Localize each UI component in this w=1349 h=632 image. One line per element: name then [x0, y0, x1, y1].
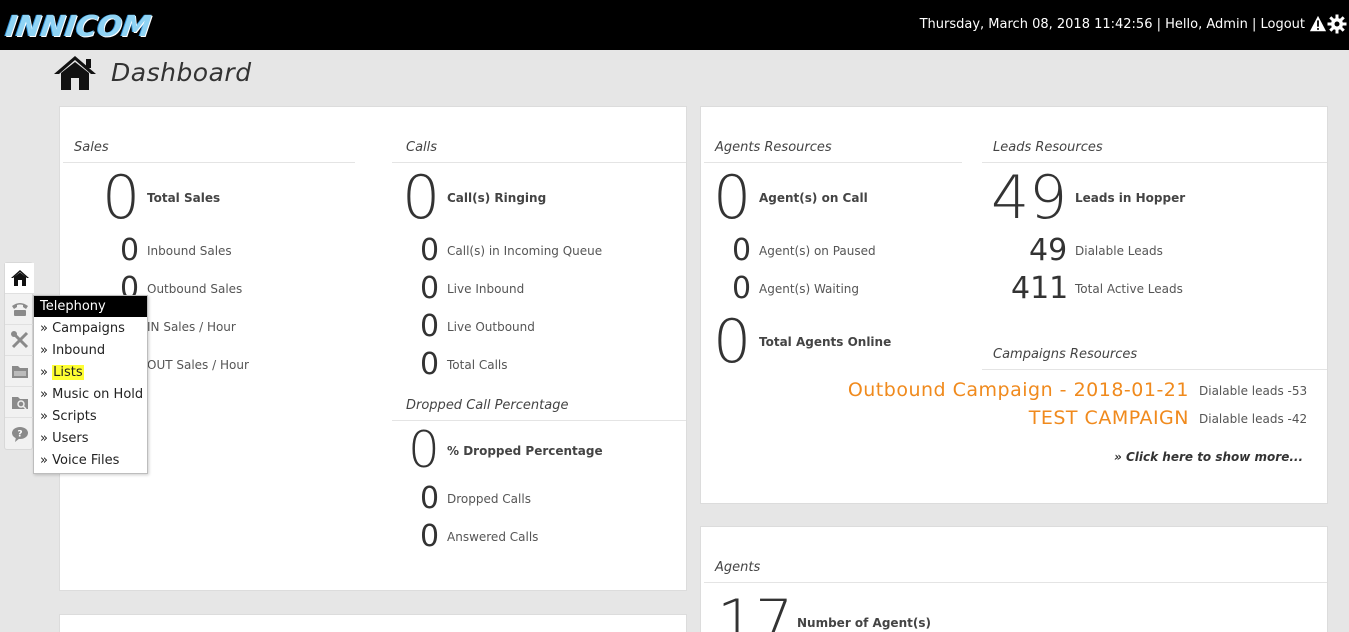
logout-link[interactable]: Logout [1260, 17, 1305, 32]
separator: | [1251, 17, 1257, 32]
dialable-leads-value: 49 [1029, 233, 1068, 268]
dropped-pct-value: 0 [408, 421, 440, 479]
divider [704, 582, 1327, 583]
calls-ringing-value: 0 [402, 163, 441, 233]
sidebar-item-home[interactable] [5, 263, 34, 294]
campaign-dialable-leads: Dialable leads -42 [1199, 412, 1308, 426]
home-icon [54, 56, 96, 90]
brand-logo[interactable]: INNICOM [4, 9, 154, 43]
sidebar-item-folder[interactable] [5, 356, 34, 387]
sidebar-item-help[interactable]: ? [5, 418, 34, 449]
gear-icon[interactable] [1327, 14, 1347, 34]
leads-resources-title: Leads Resources [993, 140, 1103, 155]
telephony-menu: Telephony » Campaigns » Inbound » Lists … [33, 295, 148, 474]
agents-paused-value: 0 [732, 233, 752, 268]
active-leads-label: Total Active Leads [1075, 282, 1183, 296]
tools-icon [10, 331, 28, 349]
folder-icon [11, 366, 28, 378]
total-calls-value: 0 [420, 347, 440, 382]
top-bar: INNICOM Thursday, March 08, 2018 11:42:5… [0, 0, 1349, 50]
leads-hopper-label: Leads in Hopper [1075, 191, 1186, 205]
menu-item-users[interactable]: » Users [34, 427, 147, 449]
separator: | [1156, 17, 1162, 32]
total-sales-value: 0 [102, 163, 141, 233]
agents-on-call-value: 0 [713, 163, 752, 233]
live-inbound-value: 0 [420, 271, 440, 306]
active-leads-value: 411 [1011, 271, 1069, 306]
greeting: Hello, Admin [1165, 17, 1248, 32]
campaign-link[interactable]: Outbound Campaign - 2018-01-21 [848, 379, 1189, 401]
calls-queue-label: Call(s) in Incoming Queue [447, 244, 603, 258]
sidebar-item-search[interactable] [5, 387, 34, 418]
menu-item-campaigns[interactable]: » Campaigns [34, 317, 147, 339]
agents-waiting-value: 0 [732, 271, 752, 306]
dialable-leads-label: Dialable Leads [1075, 244, 1163, 258]
menu-item-inbound[interactable]: » Inbound [34, 339, 147, 361]
agents-count-label: Number of Agent(s) [797, 616, 931, 630]
answered-calls-value: 0 [420, 519, 440, 554]
sidebar-item-telephony[interactable] [5, 294, 34, 325]
live-outbound-label: Live Outbound [447, 320, 535, 334]
sales-title: Sales [74, 140, 109, 155]
inbound-sales-value: 0 [120, 233, 140, 268]
calls-title: Calls [406, 140, 438, 155]
stats-panel [59, 106, 687, 591]
agents-online-value: 0 [713, 307, 752, 377]
bottom-panel [59, 614, 687, 632]
outbound-sales-label: Outbound Sales [147, 282, 243, 296]
sidebar-item-tools[interactable] [5, 325, 34, 356]
total-calls-label: Total Calls [447, 358, 508, 372]
svg-text:?: ? [17, 429, 22, 439]
sidebar: ? [4, 262, 34, 450]
agents-title: Agents [715, 560, 761, 575]
total-sales-label: Total Sales [147, 191, 221, 205]
menu-item-voice-files[interactable]: » Voice Files [34, 449, 147, 471]
out-sales-hour-label: OUT Sales / Hour [147, 358, 249, 372]
folder-search-icon [11, 397, 28, 410]
live-outbound-value: 0 [420, 309, 440, 344]
menu-item-lists[interactable]: » Lists [34, 361, 147, 383]
current-datetime: Thursday, March 08, 2018 11:42:56 [919, 17, 1153, 32]
live-inbound-label: Live Inbound [447, 282, 525, 296]
dropped-calls-label: Dropped Calls [447, 492, 531, 506]
agents-resources-title: Agents Resources [715, 140, 832, 155]
menu-item-scripts[interactable]: » Scripts [34, 405, 147, 427]
telephony-menu-title: Telephony [34, 296, 147, 317]
divider [982, 369, 1327, 370]
help-icon: ? [11, 426, 28, 442]
agents-panel [700, 526, 1328, 632]
page-title: Dashboard [111, 58, 252, 87]
leads-hopper-value: 49 [991, 163, 1068, 233]
inbound-sales-label: Inbound Sales [147, 244, 232, 258]
campaigns-resources-title: Campaigns Resources [993, 347, 1138, 362]
user-info: Thursday, March 08, 2018 11:42:56 | Hell… [920, 17, 1305, 32]
menu-item-music-on-hold[interactable]: » Music on Hold [34, 383, 147, 405]
agents-waiting-label: Agent(s) Waiting [759, 282, 859, 296]
campaign-link[interactable]: TEST CAMPAIGN [1029, 407, 1189, 429]
dropped-calls-value: 0 [420, 481, 440, 516]
telephone-icon [11, 303, 28, 316]
in-sales-hour-label: IN Sales / Hour [147, 320, 236, 334]
calls-ringing-label: Call(s) Ringing [447, 191, 547, 205]
show-more-link[interactable]: » Click here to show more... [1114, 450, 1303, 464]
answered-calls-label: Answered Calls [447, 530, 539, 544]
agents-online-label: Total Agents Online [759, 335, 892, 349]
home-icon [10, 270, 29, 286]
dropped-pct-label: % Dropped Percentage [447, 444, 603, 458]
dropped-title: Dropped Call Percentage [406, 398, 569, 413]
campaign-dialable-leads: Dialable leads -53 [1199, 384, 1308, 398]
agents-count-value: 17 [717, 587, 794, 632]
agents-paused-label: Agent(s) on Paused [759, 244, 876, 258]
warning-icon[interactable] [1309, 15, 1327, 33]
agents-on-call-label: Agent(s) on Call [759, 191, 868, 205]
calls-queue-value: 0 [420, 233, 440, 268]
